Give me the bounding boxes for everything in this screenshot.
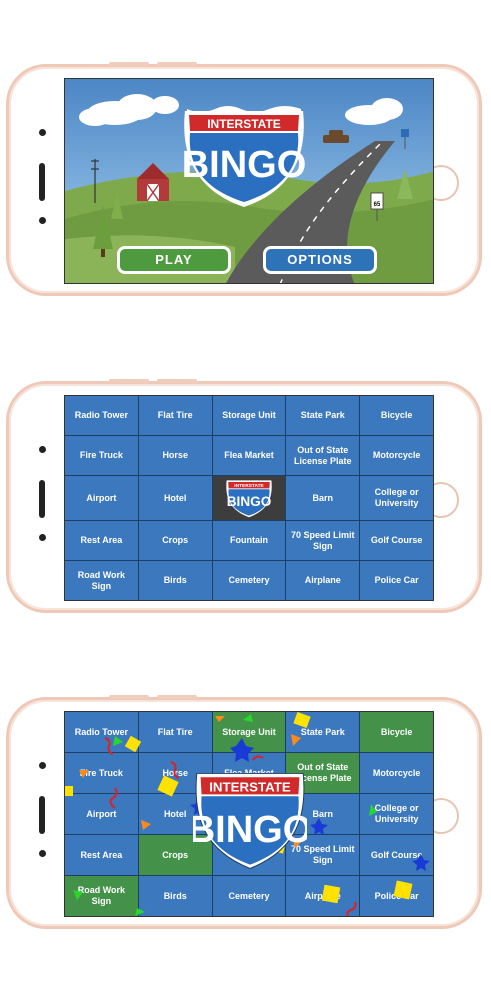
volume-button bbox=[157, 695, 197, 699]
bingo-tile[interactable]: Airplane bbox=[286, 561, 360, 600]
volume-button bbox=[109, 62, 149, 66]
bingo-tile[interactable]: Storage Unit bbox=[212, 712, 286, 752]
bingo-tile[interactable]: Road Work Sign bbox=[65, 876, 138, 916]
bingo-tile[interactable]: Out of State License Plate bbox=[286, 753, 360, 793]
bingo-tile[interactable]: Birds bbox=[138, 561, 212, 600]
bingo-tile[interactable]: State Park bbox=[286, 712, 360, 752]
bingo-tile[interactable]: Hotel bbox=[138, 794, 212, 834]
bingo-tile[interactable]: Road Work Sign bbox=[65, 561, 138, 600]
bingo-tile[interactable]: Flat Tire bbox=[138, 396, 212, 435]
bingo-tile[interactable]: Fountain bbox=[212, 835, 286, 875]
bingo-tile[interactable]: Radio Tower bbox=[65, 396, 138, 435]
camera-dot bbox=[39, 129, 46, 136]
bingo-tile[interactable]: Cemetery bbox=[212, 876, 286, 916]
bingo-tile[interactable]: Horse bbox=[138, 753, 212, 793]
bingo-tile[interactable]: College or University bbox=[360, 476, 433, 520]
phone-menu: 65 INTERSTATE BINGO PLAY OPTIONS bbox=[6, 62, 482, 296]
menu-screen: 65 INTERSTATE BINGO PLAY OPTIONS bbox=[64, 78, 434, 284]
bingo-tile[interactable]: Birds bbox=[138, 876, 212, 916]
bingo-tile[interactable]: Bicycle bbox=[360, 396, 433, 435]
bingo-tile[interactable]: Motorcycle bbox=[360, 753, 433, 793]
bingo-tile[interactable]: Fire Truck bbox=[65, 436, 138, 475]
sensor-dot bbox=[39, 217, 46, 224]
bingo-board: Radio Tower Flat Tire Storage Unit State… bbox=[65, 712, 433, 916]
sensor-dot bbox=[39, 850, 46, 857]
bingo-tile[interactable]: Crops bbox=[138, 835, 212, 875]
logo-interstate-text: INTERSTATE bbox=[234, 483, 264, 489]
free-space-tile: INTERSTATE BINGO bbox=[212, 476, 286, 520]
speaker-slot bbox=[39, 163, 45, 201]
bingo-tile[interactable]: Flea Market bbox=[212, 436, 286, 475]
bingo-tile[interactable]: College or University bbox=[360, 794, 433, 834]
bingo-tile[interactable]: Airport bbox=[65, 794, 138, 834]
sensor-dot bbox=[39, 534, 46, 541]
bingo-tile[interactable]: Airplane bbox=[286, 876, 360, 916]
bingo-board: Radio Tower Flat Tire Storage Unit State… bbox=[65, 396, 433, 600]
bingo-tile[interactable]: Fire Truck bbox=[65, 753, 138, 793]
volume-button bbox=[109, 379, 149, 383]
bingo-tile[interactable]: 70 Speed Limit Sign bbox=[286, 521, 360, 560]
interstate-bingo-logo: INTERSTATE BINGO bbox=[226, 480, 272, 518]
bingo-tile[interactable]: Golf Course bbox=[360, 835, 433, 875]
bingo-tile[interactable]: State Park bbox=[286, 396, 360, 435]
speed-sign-text: 65 bbox=[374, 202, 381, 208]
bingo-tile[interactable]: Bicycle bbox=[360, 712, 433, 752]
bingo-tile[interactable]: Hotel bbox=[138, 476, 212, 520]
bingo-tile[interactable]: Crops bbox=[138, 521, 212, 560]
logo-bingo-text: BINGO bbox=[182, 144, 307, 186]
bingo-tile[interactable]: Rest Area bbox=[65, 521, 138, 560]
volume-button bbox=[157, 379, 197, 383]
volume-button bbox=[157, 62, 197, 66]
bingo-tile[interactable]: Flat Tire bbox=[138, 712, 212, 752]
bingo-tile[interactable]: Flea Market bbox=[212, 753, 286, 793]
bingo-tile[interactable]: Rest Area bbox=[65, 835, 138, 875]
bingo-tile[interactable]: Barn bbox=[286, 476, 360, 520]
win-screen: Radio Tower Flat Tire Storage Unit State… bbox=[64, 711, 434, 917]
speaker-slot bbox=[39, 480, 45, 518]
bingo-tile[interactable]: Airport bbox=[65, 476, 138, 520]
camera-dot bbox=[39, 446, 46, 453]
bingo-tile[interactable]: Horse bbox=[138, 436, 212, 475]
bingo-tile[interactable]: Golf Course bbox=[360, 521, 433, 560]
bingo-tile[interactable]: Storage Unit bbox=[212, 396, 286, 435]
logo-bingo-text: BINGO bbox=[227, 494, 272, 509]
bingo-tile[interactable]: Out of State License Plate bbox=[286, 436, 360, 475]
bingo-tile[interactable]: Cemetery bbox=[212, 561, 286, 600]
logo-interstate-text: INTERSTATE bbox=[207, 117, 281, 131]
phone-board: Radio Tower Flat Tire Storage Unit State… bbox=[6, 379, 482, 613]
bingo-tile[interactable]: Motorcycle bbox=[360, 436, 433, 475]
free-space-tile bbox=[212, 794, 286, 834]
bingo-tile[interactable]: Police Car bbox=[360, 561, 433, 600]
bingo-tile[interactable]: Radio Tower bbox=[65, 712, 138, 752]
camera-dot bbox=[39, 762, 46, 769]
phone-win: Radio Tower Flat Tire Storage Unit State… bbox=[6, 695, 482, 929]
bingo-tile[interactable]: Fountain bbox=[212, 521, 286, 560]
play-button[interactable]: PLAY bbox=[117, 246, 231, 274]
bingo-tile[interactable]: Barn bbox=[286, 794, 360, 834]
bingo-tile[interactable]: Police Car bbox=[360, 876, 433, 916]
board-screen: Radio Tower Flat Tire Storage Unit State… bbox=[64, 395, 434, 601]
volume-button bbox=[109, 695, 149, 699]
bingo-tile[interactable]: 70 Speed Limit Sign bbox=[286, 835, 360, 875]
options-button[interactable]: OPTIONS bbox=[263, 246, 377, 274]
speaker-slot bbox=[39, 796, 45, 834]
